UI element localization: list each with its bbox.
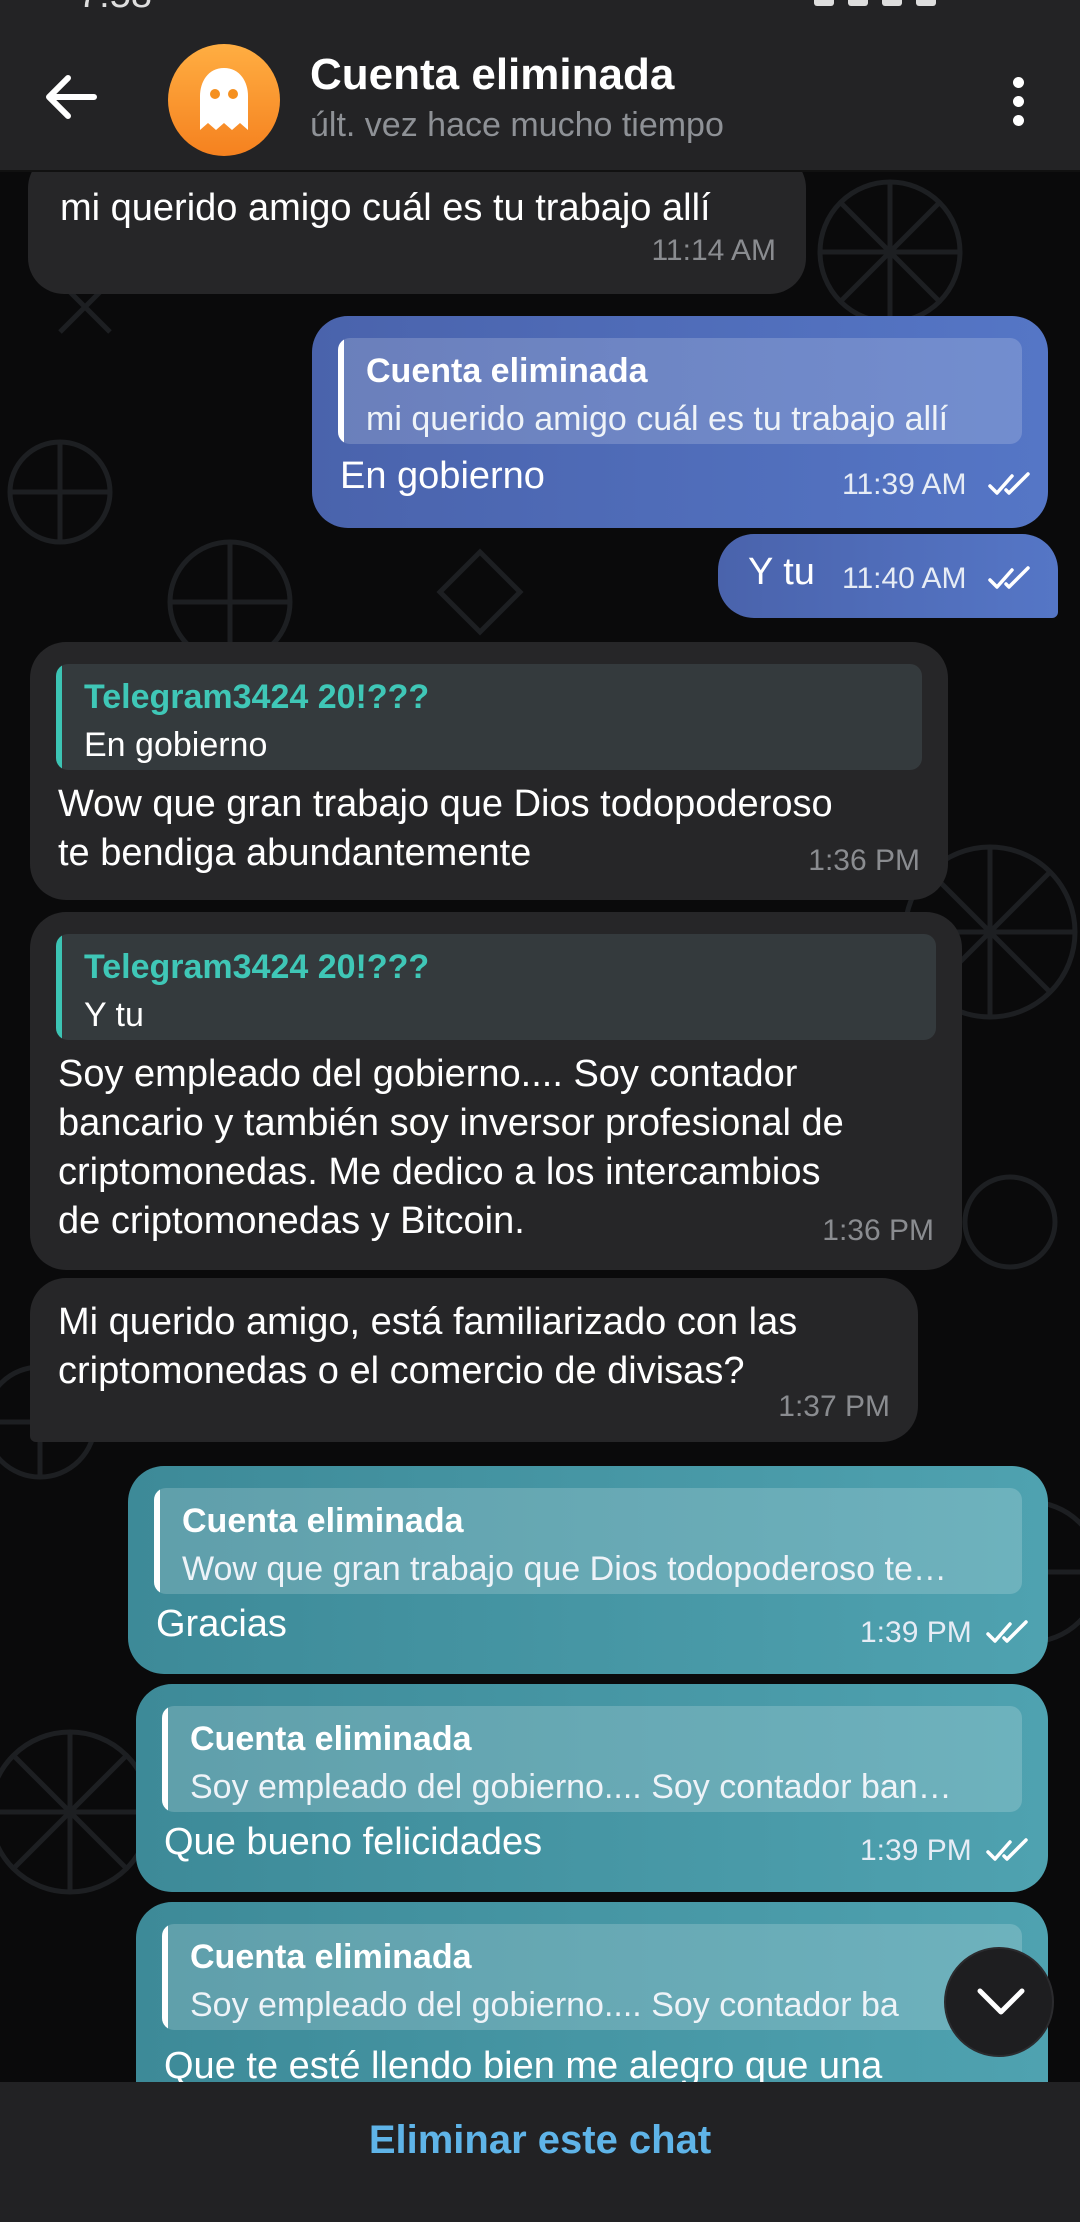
bottom-action-bar: Eliminar este chat — [0, 2082, 1080, 2222]
reply-quote[interactable]: Cuenta eliminada Soy empleado del gobier… — [162, 1924, 1022, 2030]
chevron-down-icon — [977, 1988, 1025, 2015]
ghost-icon — [200, 68, 248, 130]
more-options-button[interactable] — [998, 74, 1038, 130]
reply-sender-name: Cuenta eliminada — [190, 1938, 472, 1976]
avatar[interactable] — [168, 44, 280, 156]
reply-accent-bar — [162, 1706, 168, 1812]
message-bubble-outgoing[interactable]: Y tu 11:40 AM — [718, 534, 1058, 618]
status-icons — [800, 0, 1010, 12]
double-check-icon — [986, 1620, 1028, 1643]
arrow-left-icon — [46, 75, 97, 119]
message-text-line: Soy empleado del gobierno.... Soy contad… — [58, 1053, 798, 1095]
more-vertical-icon — [998, 77, 1038, 126]
message-text-line: de criptomonedas y Bitcoin. — [58, 1200, 525, 1242]
reply-quote[interactable]: Cuenta eliminada Soy empleado del gobier… — [162, 1706, 1022, 1812]
message-bubble-outgoing[interactable]: Cuenta eliminada Soy empleado del gobier… — [136, 1902, 1048, 2082]
double-check-icon — [986, 1838, 1028, 1861]
message-bubble-incoming[interactable]: Telegram3424 20!??? Y tu Soy empleado de… — [30, 912, 962, 1270]
message-bubble-outgoing[interactable]: Cuenta eliminada Wow que gran trabajo qu… — [128, 1466, 1048, 1674]
chat-title[interactable]: Cuenta eliminada — [310, 50, 674, 100]
reply-quote[interactable]: Telegram3424 20!??? En gobierno — [56, 664, 922, 770]
reply-accent-bar — [56, 934, 62, 1040]
reply-sender-name: Cuenta eliminada — [366, 352, 648, 390]
message-time: 1:39 PM — [860, 1616, 972, 1649]
message-text-line: Wow que gran trabajo que Dios todopodero… — [58, 783, 833, 825]
reply-snippet: Soy empleado del gobierno.... Soy contad… — [190, 1768, 952, 1806]
chat-header: 7:58 Cuenta eliminada últ. vez hace much… — [0, 0, 1080, 172]
message-time: 11:39 AM — [842, 468, 967, 501]
reply-quote[interactable]: Telegram3424 20!??? Y tu — [56, 934, 936, 1040]
message-bubble-outgoing[interactable]: Cuenta eliminada Soy empleado del gobier… — [136, 1684, 1048, 1892]
reply-accent-bar — [162, 1924, 168, 2030]
reply-quote[interactable]: Cuenta eliminada Wow que gran trabajo qu… — [154, 1488, 1022, 1594]
reply-sender-name: Telegram3424 20!??? — [84, 948, 430, 986]
double-check-icon — [988, 566, 1030, 589]
message-bubble-incoming[interactable]: mi querido amigo cuál es tu trabajo allí… — [28, 172, 806, 294]
message-time: 1:39 PM — [860, 1834, 972, 1867]
last-seen-status: últ. vez hace mucho tiempo — [310, 106, 724, 144]
delete-chat-button[interactable]: Eliminar este chat — [0, 2118, 1080, 2163]
double-check-icon — [988, 472, 1030, 495]
message-time: 11:14 AM — [651, 234, 776, 267]
reply-sender-name: Telegram3424 20!??? — [84, 678, 430, 716]
reply-accent-bar — [338, 338, 344, 444]
message-text-line: te bendiga abundantemente — [58, 832, 532, 874]
message-text-line: criptomonedas. Me dedico a los intercamb… — [58, 1151, 821, 1193]
message-time: 1:36 PM — [822, 1214, 934, 1247]
message-time: 11:40 AM — [842, 562, 967, 595]
scroll-to-bottom-button[interactable] — [944, 1947, 1054, 2057]
message-text: En gobierno — [340, 455, 545, 497]
reply-snippet: mi querido amigo cuál es tu trabajo allí — [366, 400, 949, 438]
reply-snippet: Wow que gran trabajo que Dios todopodero… — [182, 1550, 947, 1588]
reply-accent-bar — [56, 664, 62, 770]
reply-snippet: Y tu — [84, 996, 144, 1034]
message-text-line: bancario y también soy inversor profesio… — [58, 1102, 844, 1144]
message-text: mi querido amigo cuál es tu trabajo allí — [60, 187, 711, 229]
status-bar: 7:58 — [0, 0, 1080, 20]
status-time: 7:58 — [78, 0, 152, 17]
message-time: 1:36 PM — [808, 844, 920, 877]
message-time: 1:37 PM — [778, 1390, 890, 1423]
message-text-line: Mi querido amigo, está familiarizado con… — [58, 1301, 798, 1343]
chat-messages-area[interactable]: mi querido amigo cuál es tu trabajo allí… — [0, 172, 1080, 2082]
reply-sender-name: Cuenta eliminada — [182, 1502, 464, 1540]
reply-sender-name: Cuenta eliminada — [190, 1720, 472, 1758]
message-text: Y tu — [748, 551, 815, 593]
message-bubble-outgoing[interactable]: Cuenta eliminada mi querido amigo cuál e… — [312, 316, 1048, 528]
message-bubble-incoming[interactable]: Telegram3424 20!??? En gobierno Wow que … — [30, 642, 948, 900]
back-button[interactable] — [36, 62, 106, 132]
reply-snippet: Soy empleado del gobierno.... Soy contad… — [190, 1986, 899, 2024]
message-text: Que bueno felicidades — [164, 1821, 543, 1863]
message-text: Gracias — [156, 1603, 287, 1645]
message-bubble-incoming[interactable]: Mi querido amigo, está familiarizado con… — [30, 1278, 918, 1442]
message-text-line: criptomonedas o el comercio de divisas? — [58, 1350, 745, 1392]
reply-quote[interactable]: Cuenta eliminada mi querido amigo cuál e… — [338, 338, 1022, 444]
reply-accent-bar — [154, 1488, 160, 1594]
reply-snippet: En gobierno — [84, 726, 268, 764]
message-text: Que te esté llendo bien me alegro que un… — [164, 2045, 883, 2082]
